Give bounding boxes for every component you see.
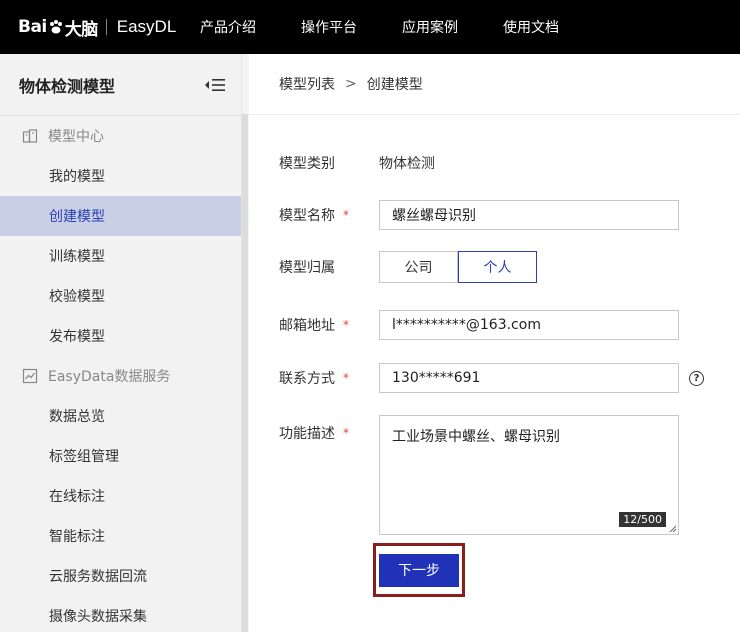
help-icon[interactable]: ? (689, 370, 704, 386)
nav-product-intro[interactable]: 产品介绍 (200, 17, 256, 37)
owner-option-company[interactable]: 公司 (379, 251, 458, 283)
description-text: 工业场景中螺丝、螺母识别 (392, 429, 560, 445)
group-easydata: EasyData数据服务 (0, 356, 241, 396)
required-mark: * (343, 371, 349, 385)
baidu-logo: Bai 大脑 (18, 15, 98, 40)
sidebar-item-label-groups[interactable]: 标签组管理 (0, 436, 241, 476)
model-name-input[interactable]: 螺丝螺母识别 (379, 200, 679, 230)
breadcrumb-current: 创建模型 (366, 77, 423, 93)
next-button-highlight: 下一步 (373, 543, 465, 597)
email-label-text: 邮箱地址 (279, 318, 335, 334)
description-textarea[interactable]: 工业场景中螺丝、螺母识别 12/500 (379, 415, 679, 535)
row-model-type: 模型类别 物体检测 (279, 153, 435, 173)
model-type-label: 模型类别 (279, 156, 335, 172)
sidebar: 物体检测模型 模型中心 我的模型 创建模型 训练模型 校验模型 发布模型 Eas… (0, 54, 248, 632)
sidebar-item-cloud-data-return[interactable]: 云服务数据回流 (0, 556, 241, 596)
nav-platform[interactable]: 操作平台 (301, 17, 357, 37)
sidebar-item-smart-annotation[interactable]: 智能标注 (0, 516, 241, 556)
owner-toggle: 公司 个人 (379, 251, 537, 283)
model-owner-label: 模型归属 (279, 260, 335, 276)
brand-divider (105, 19, 107, 35)
email-label: 邮箱地址 * (279, 315, 379, 335)
model-type-value: 物体检测 (379, 156, 435, 172)
group-label: 模型中心 (48, 129, 104, 145)
sidebar-item-publish-model[interactable]: 发布模型 (0, 316, 241, 356)
row-model-name: 模型名称 * 螺丝螺母识别 (279, 200, 679, 230)
model-name-label: 模型名称 * (279, 205, 379, 225)
breadcrumb-separator: > (345, 76, 357, 92)
product-name: EasyDL (116, 17, 177, 36)
row-model-owner: 模型归属 公司 个人 (279, 251, 537, 283)
group-model-center: 模型中心 (0, 116, 241, 156)
main-panel: 模型列表 > 创建模型 模型类别 物体检测 模型名称 * 螺丝螺母识别 模型归属 … (249, 54, 740, 632)
main-nav: 产品介绍 操作平台 应用案例 使用文档 (200, 17, 604, 37)
nav-docs[interactable]: 使用文档 (503, 17, 559, 37)
required-mark: * (343, 208, 349, 222)
phone-input[interactable]: 130*****691 (379, 363, 679, 393)
row-email: 邮箱地址 * l**********@163.com (279, 310, 679, 340)
resize-handle-icon[interactable] (669, 525, 677, 533)
sidebar-item-create-model[interactable]: 创建模型 (0, 196, 241, 236)
phone-label: 联系方式 * (279, 368, 379, 388)
phone-label-text: 联系方式 (279, 371, 335, 387)
logo-text-bai: Bai (18, 17, 47, 37)
row-description: 功能描述 * 工业场景中螺丝、螺母识别 12/500 (279, 415, 679, 535)
sidebar-header: 物体检测模型 (0, 54, 241, 116)
owner-option-personal[interactable]: 个人 (458, 251, 537, 283)
logo-text-danao: 大脑 (64, 19, 99, 40)
breadcrumb: 模型列表 > 创建模型 (249, 54, 740, 115)
sidebar-item-verify-model[interactable]: 校验模型 (0, 276, 241, 316)
row-phone: 联系方式 * 130*****691 ? (279, 363, 704, 393)
model-name-label-text: 模型名称 (279, 208, 335, 224)
email-input[interactable]: l**********@163.com (379, 310, 679, 340)
required-mark: * (343, 426, 349, 440)
sidebar-item-online-annotation[interactable]: 在线标注 (0, 476, 241, 516)
sidebar-item-camera-data[interactable]: 摄像头数据采集 (0, 596, 241, 632)
sidebar-item-train-model[interactable]: 训练模型 (0, 236, 241, 276)
collapse-menu-icon (205, 78, 225, 91)
top-nav-bar: Bai 大脑 EasyDL 产品介绍 操作平台 应用案例 使用文档 (0, 0, 740, 54)
sidebar-title: 物体检测模型 (19, 76, 116, 96)
char-counter: 12/500 (619, 512, 666, 527)
next-step-button[interactable]: 下一步 (379, 553, 459, 587)
required-mark: * (343, 318, 349, 332)
brand[interactable]: Bai 大脑 EasyDL (0, 15, 200, 40)
collapse-menu-button[interactable] (203, 76, 227, 94)
description-label: 功能描述 * (279, 415, 379, 443)
chart-icon (22, 368, 38, 384)
sidebar-item-my-models[interactable]: 我的模型 (0, 156, 241, 196)
sidebar-scrollbar[interactable] (242, 114, 248, 632)
sidebar-item-data-overview[interactable]: 数据总览 (0, 396, 241, 436)
paw-icon (49, 20, 62, 34)
model-center-icon (22, 128, 38, 144)
group-label: EasyData数据服务 (48, 369, 171, 385)
breadcrumb-model-list[interactable]: 模型列表 (279, 74, 335, 94)
nav-cases[interactable]: 应用案例 (402, 17, 458, 37)
description-label-text: 功能描述 (279, 426, 335, 442)
